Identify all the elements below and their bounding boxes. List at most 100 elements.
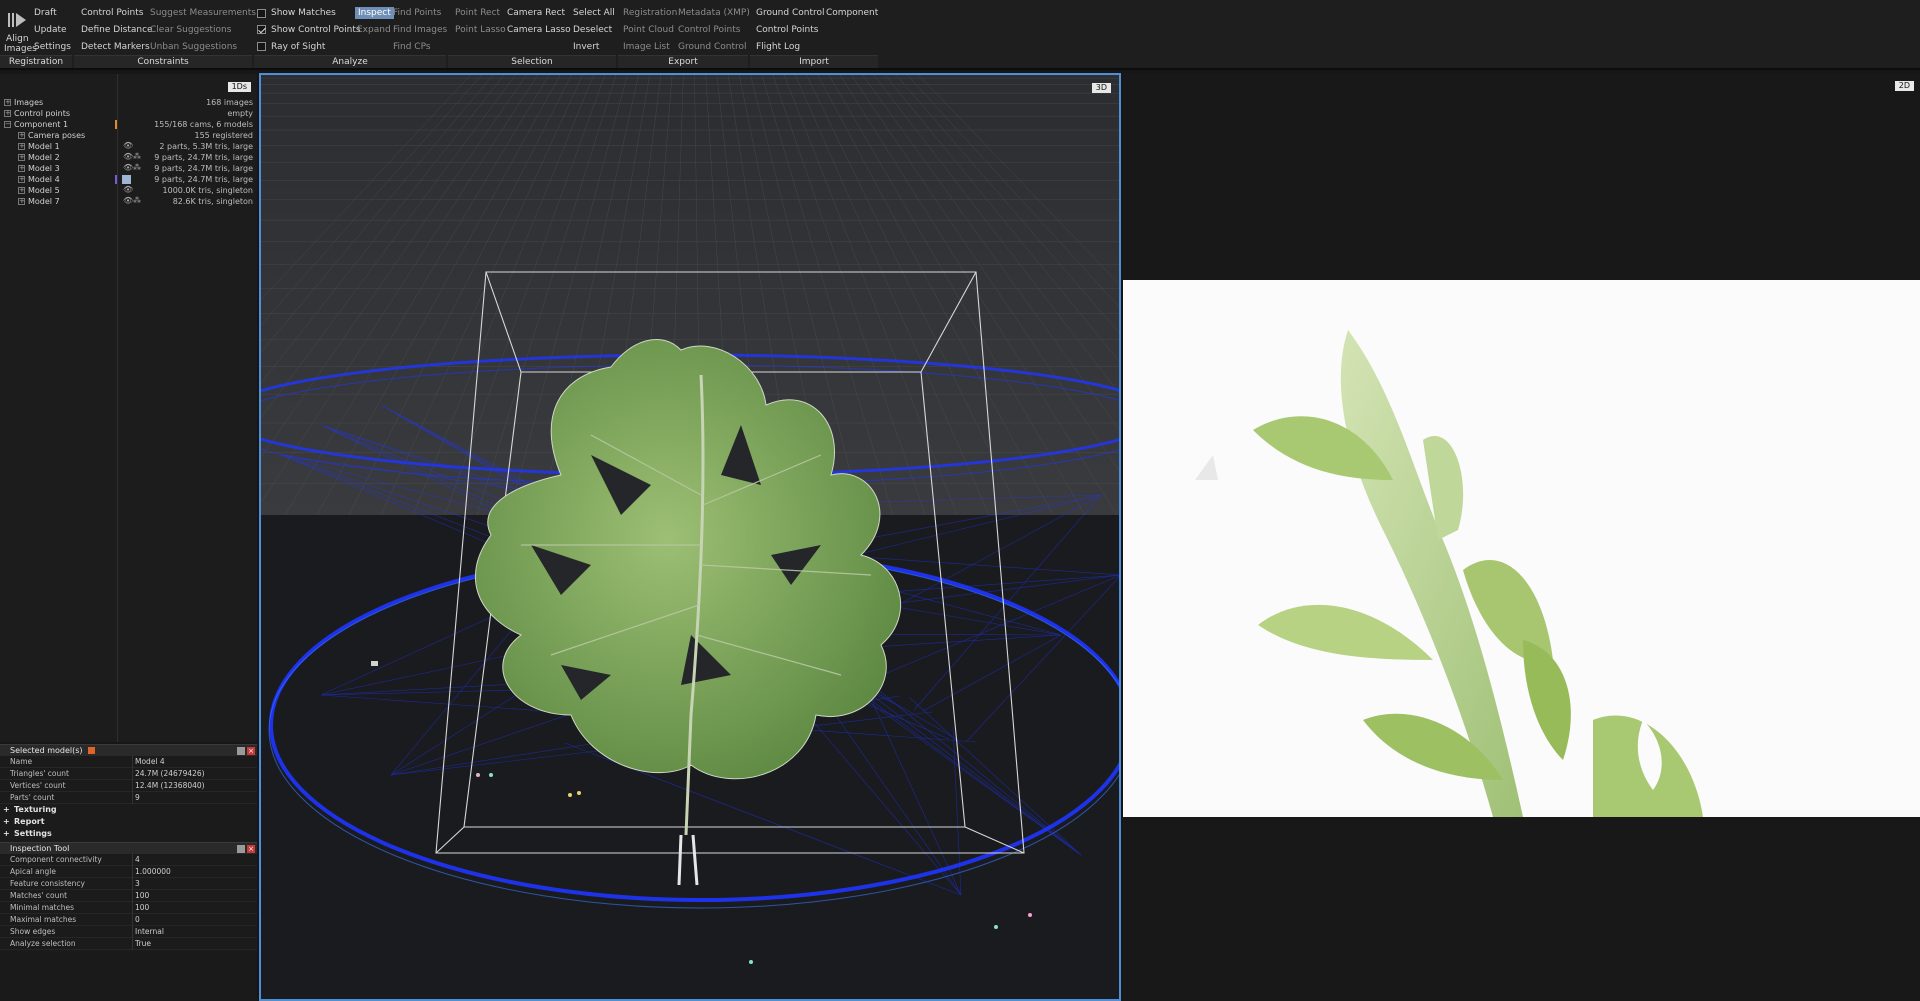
tree-item-control-points[interactable]: + Control points	[4, 108, 70, 119]
clear-suggestions-button[interactable]: Clear Suggestions	[150, 25, 231, 35]
export-ground-control-button[interactable]: Ground Control	[678, 42, 747, 52]
export-point-cloud-button[interactable]: Point Cloud	[623, 25, 674, 35]
texture-icon[interactable]: ⁂	[133, 152, 141, 161]
find-cps-button[interactable]: Find CPs	[393, 42, 431, 52]
settings-button[interactable]: Settings	[34, 42, 71, 52]
prop-value[interactable]: 100	[135, 890, 149, 902]
tree-item-images[interactable]: + Images	[4, 97, 43, 108]
deselect-button[interactable]: Deselect	[573, 25, 612, 35]
tree-value: 155 registered	[194, 131, 254, 140]
align-images-button[interactable]: Align Images	[4, 6, 37, 54]
prop-value[interactable]: 0	[135, 914, 140, 926]
eye-icon[interactable]: 👁	[123, 152, 133, 161]
report-section[interactable]: Report	[0, 816, 257, 828]
invert-button[interactable]: Invert	[573, 42, 599, 52]
tree-item-label: Model 3	[28, 164, 60, 173]
collapse-icon[interactable]: −	[4, 121, 11, 128]
expand-icon[interactable]: +	[18, 132, 25, 139]
prop-value[interactable]: True	[135, 938, 151, 950]
panel-tab-badge[interactable]: 1Ds	[227, 82, 251, 92]
expand-icon[interactable]: +	[18, 198, 25, 205]
tree-item-label: Model 4	[28, 175, 60, 184]
eye-icon[interactable]: 👁	[123, 163, 133, 172]
tree-item-model-5[interactable]: + Model 5	[18, 185, 60, 196]
tree-item-camera-poses[interactable]: + Camera poses	[18, 130, 85, 141]
import-component-button[interactable]: Component	[826, 8, 878, 18]
unban-suggestions-button[interactable]: Unban Suggestions	[150, 42, 237, 52]
tree-item-model-1[interactable]: + Model 1	[18, 141, 60, 152]
export-registration-button[interactable]: Registration	[623, 8, 677, 18]
export-control-points-button[interactable]: Control Points	[678, 25, 740, 35]
tree-item-component-1[interactable]: − Component 1	[4, 119, 68, 130]
3d-scene[interactable]	[261, 75, 1121, 1001]
point-rect-button[interactable]: Point Rect	[455, 8, 500, 18]
ray-of-sight-checkbox[interactable]	[257, 42, 266, 51]
find-points-button[interactable]: Find Points	[393, 8, 441, 18]
prop-value[interactable]: Internal	[135, 926, 164, 938]
tree-item-model-2[interactable]: + Model 2	[18, 152, 60, 163]
prop-row: Maximal matches 0	[0, 914, 257, 926]
show-matches-checkbox[interactable]	[257, 9, 266, 18]
expand-icon[interactable]: +	[18, 154, 25, 161]
texture-icon[interactable]: ⁂	[133, 163, 141, 172]
texturing-section[interactable]: Texturing	[0, 804, 257, 816]
settings-section[interactable]: Settings	[0, 828, 257, 840]
detect-markers-button[interactable]: Detect Markers	[81, 42, 150, 52]
inspect-button[interactable]: Inspect	[355, 7, 394, 19]
tree-item-model-3[interactable]: + Model 3	[18, 163, 60, 174]
expand-icon[interactable]: +	[18, 176, 25, 183]
expand-button[interactable]: Expand	[357, 25, 391, 35]
prop-value[interactable]: 3	[135, 878, 140, 890]
2d-view-badge[interactable]: 2D	[1894, 81, 1914, 91]
export-image-list-button[interactable]: Image List	[623, 42, 670, 52]
prop-row: Matches' count 100	[0, 890, 257, 902]
visibility-toggle-icon[interactable]	[122, 175, 131, 184]
import-control-points-button[interactable]: Control Points	[756, 25, 818, 35]
update-button[interactable]: Update	[34, 25, 67, 35]
camera-rect-button[interactable]: Camera Rect	[507, 8, 565, 18]
close-icon[interactable]: ×	[247, 747, 255, 755]
suggest-measurements-button[interactable]: Suggest Measurements	[150, 8, 256, 18]
tree-item-model-7[interactable]: + Model 7	[18, 196, 60, 207]
expand-icon[interactable]: +	[18, 187, 25, 194]
point-lasso-button[interactable]: Point Lasso	[455, 25, 506, 35]
expand-icon[interactable]: +	[4, 110, 11, 117]
control-points-button[interactable]: Control Points	[81, 8, 143, 18]
align-images-label-1: Align	[6, 34, 29, 44]
panel-title: Selected model(s)	[10, 746, 83, 755]
dock-icon[interactable]	[237, 845, 245, 853]
3d-viewport[interactable]: 3D	[259, 73, 1121, 1001]
expand-icon[interactable]: +	[18, 165, 25, 172]
texture-icon[interactable]: ⁂	[133, 196, 141, 205]
dock-icon[interactable]	[237, 747, 245, 755]
tree-value: empty	[227, 109, 253, 118]
import-flight-log-button[interactable]: Flight Log	[756, 42, 800, 52]
panel-header: Selected model(s) ×	[0, 744, 257, 756]
select-all-button[interactable]: Select All	[573, 8, 615, 18]
source-photo[interactable]	[1123, 280, 1920, 817]
prop-value[interactable]: Model 4	[135, 756, 165, 768]
prop-value[interactable]: 100	[135, 902, 149, 914]
tree-item-label: Model 7	[28, 197, 60, 206]
close-icon[interactable]: ×	[247, 845, 255, 853]
eye-icon[interactable]: 👁	[123, 196, 133, 205]
tree-item-model-4[interactable]: + Model 4	[18, 174, 60, 185]
prop-value: 12.4M (12368040)	[135, 781, 205, 790]
eye-icon[interactable]: 👁	[123, 141, 133, 150]
prop-row: Show edges Internal	[0, 926, 257, 938]
group-label-selection: Selection	[448, 55, 616, 68]
3d-view-badge[interactable]: 3D	[1091, 83, 1111, 93]
expand-icon[interactable]: +	[4, 99, 11, 106]
define-distance-button[interactable]: Define Distance	[81, 25, 153, 35]
camera-lasso-button[interactable]: Camera Lasso	[507, 25, 571, 35]
prop-value[interactable]: 1.000000	[135, 866, 171, 878]
find-images-button[interactable]: Find Images	[393, 25, 447, 35]
import-ground-control-button[interactable]: Ground Control	[756, 8, 825, 18]
eye-icon[interactable]: 👁	[123, 185, 133, 194]
draft-button[interactable]: Draft	[34, 8, 57, 18]
2d-image-view[interactable]: 2D	[1123, 73, 1920, 1001]
expand-icon[interactable]: +	[18, 143, 25, 150]
prop-value[interactable]: 4	[135, 854, 140, 866]
show-control-points-checkbox[interactable]	[257, 25, 266, 34]
export-metadata-button[interactable]: Metadata (XMP)	[678, 8, 750, 18]
